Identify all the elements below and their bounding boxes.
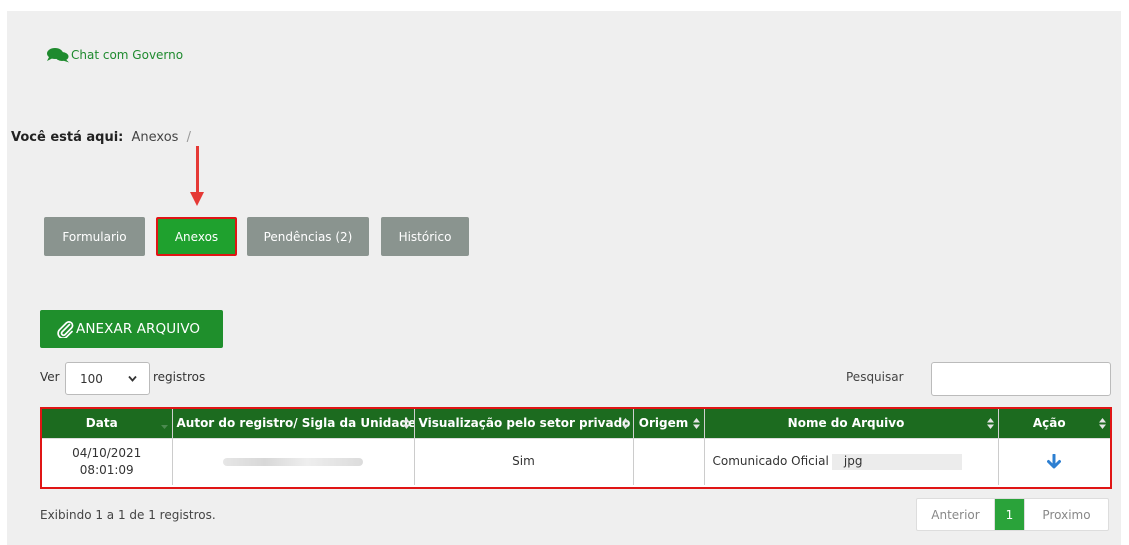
breadcrumb-separator: /: [186, 130, 191, 145]
column-header-label: Ação: [1032, 416, 1066, 431]
chat-bubbles-icon: [47, 48, 69, 63]
file-name-prefix: Comunicado Oficial: [712, 454, 829, 469]
page-length-select[interactable]: 100: [65, 362, 150, 395]
search-label: Pesquisar: [846, 370, 904, 384]
breadcrumb: Você está aqui: Anexos /: [11, 130, 191, 145]
cell-origin: [633, 437, 705, 485]
column-header-label: Origem: [638, 416, 689, 431]
tab-label: Formulario: [62, 229, 127, 244]
cell-file-name: Comunicado Oficial jpg: [704, 437, 999, 485]
attachments-table-container: Data Autor do registro/ Sigla da Unidade…: [40, 407, 1112, 489]
chat-link[interactable]: Chat com Governo: [46, 47, 183, 63]
search-input[interactable]: [931, 362, 1111, 396]
cell-date: 04/10/2021 08:01:09: [42, 437, 173, 485]
table-header-row: Data Autor do registro/ Sigla da Unidade…: [42, 409, 1110, 438]
cell-visibility: Sim: [414, 437, 634, 485]
sort-both-icon: [692, 418, 700, 429]
tab-pendencias[interactable]: Pendências (2): [247, 217, 369, 256]
column-header-visualizacao[interactable]: Visualização pelo setor privado: [414, 409, 634, 438]
pagination-next[interactable]: Proximo: [1024, 499, 1108, 530]
table-row: 04/10/2021 08:01:09 Sim Comunicado Ofici…: [42, 437, 1110, 485]
annotation-arrow-head: [190, 192, 204, 206]
pagination-previous[interactable]: Anterior: [917, 499, 995, 530]
column-header-label: Autor do registro/ Sigla da Unidade: [176, 416, 414, 431]
breadcrumb-current[interactable]: Anexos: [132, 130, 179, 145]
tab-label: Anexos: [174, 229, 219, 244]
page-length-suffix: registros: [153, 370, 206, 384]
attachments-table: Data Autor do registro/ Sigla da Unidade…: [42, 409, 1110, 485]
file-name-extension: jpg: [843, 454, 863, 469]
tab-label: Pendências (2): [263, 229, 353, 244]
cell-action: [998, 437, 1110, 485]
page-length-value: 100: [80, 371, 103, 386]
cell-author: [172, 437, 415, 485]
tab-formulario[interactable]: Formulario: [44, 217, 145, 256]
table-info: Exibindo 1 a 1 de 1 registros.: [40, 508, 216, 522]
chat-label: Chat com Governo: [71, 48, 184, 62]
attach-file-label: ANEXAR ARQUIVO: [76, 321, 201, 337]
download-arrow-icon[interactable]: [1047, 453, 1062, 469]
column-header-origem[interactable]: Origem: [633, 409, 705, 438]
cell-date-day: 04/10/2021: [72, 445, 142, 460]
sort-both-icon: [621, 418, 629, 429]
chevron-down-icon: [128, 375, 137, 382]
breadcrumb-label: Você está aqui:: [11, 130, 124, 145]
page-length-prefix: Ver: [40, 370, 60, 384]
attach-file-button[interactable]: ANEXAR ARQUIVO: [40, 310, 223, 348]
sort-desc-icon: [160, 425, 168, 429]
redacted-author: [223, 457, 363, 466]
sort-both-icon: [402, 418, 410, 429]
column-header-autor[interactable]: Autor do registro/ Sigla da Unidade: [172, 409, 415, 438]
column-header-label: Nome do Arquivo: [787, 416, 905, 431]
column-header-acao[interactable]: Ação: [998, 409, 1110, 438]
cell-date-time: 08:01:09: [79, 462, 134, 477]
paperclip-icon: [57, 321, 74, 338]
tab-historico[interactable]: Histórico: [381, 217, 469, 256]
column-header-label: Data: [85, 416, 118, 431]
annotation-arrow-shaft: [196, 146, 199, 194]
tab-anexos[interactable]: Anexos: [156, 217, 237, 256]
pagination: Anterior 1 Proximo: [916, 498, 1109, 531]
column-header-nome-arquivo[interactable]: Nome do Arquivo: [704, 409, 999, 438]
tab-label: Histórico: [398, 229, 452, 244]
column-header-label: Visualização pelo setor privado: [418, 416, 631, 431]
column-header-data[interactable]: Data: [42, 409, 173, 438]
sort-both-icon: [1099, 418, 1106, 429]
pagination-page-1[interactable]: 1: [995, 499, 1024, 530]
sort-both-icon: [986, 418, 994, 429]
